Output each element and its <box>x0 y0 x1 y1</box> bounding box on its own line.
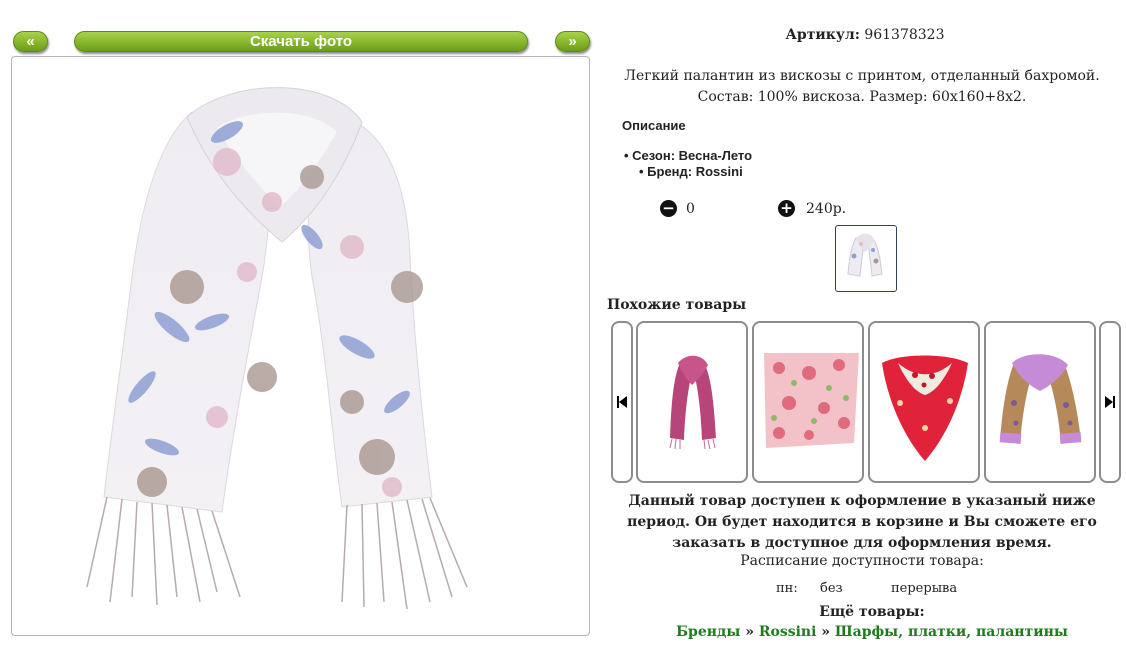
next-photo-button[interactable]: » <box>555 31 590 52</box>
breadcrumb-category-link[interactable]: Шарфы, платки, палантины <box>835 624 1068 640</box>
scarf-thumbnail-image <box>847 233 883 277</box>
spec-list: • Сезон: Весна-Лето • Бренд: Rossini <box>624 148 752 180</box>
article-line: Артикул: 961378323 <box>600 27 1126 43</box>
price-value: 240р. <box>806 201 847 217</box>
similar-products-title: Похожие товары <box>607 297 747 313</box>
quantity-value: 0 <box>686 201 695 217</box>
category-breadcrumb: Бренды » Rossini » Шарфы, платки, палант… <box>596 624 1126 640</box>
schedule-from: без <box>820 581 843 596</box>
decrease-quantity-button[interactable]: − <box>660 200 677 217</box>
product-description: Легкий палантин из вискозы с принтом, от… <box>624 68 1100 105</box>
more-products-title: Ещё товары: <box>819 604 925 620</box>
prev-photo-button[interactable]: « <box>13 31 48 52</box>
floral-scarf-image <box>764 353 859 448</box>
spec-item-season: • Сезон: Весна-Лето <box>624 148 753 163</box>
scarf-photo <box>86 87 468 610</box>
schedule-to: перерыва <box>891 581 958 596</box>
similar-item-red-paisley-shawl[interactable] <box>868 321 980 483</box>
schedule-title: Расписание доступности товара: <box>740 553 984 569</box>
carousel-next-button[interactable] <box>1099 321 1121 483</box>
spec-item-brand: • Бренд: Rossini <box>639 164 743 179</box>
breadcrumb-separator: » <box>745 624 754 640</box>
article-label: Артикул: <box>785 27 860 43</box>
red-shawl-image <box>882 355 968 461</box>
main-photo-frame <box>11 56 590 636</box>
similar-item-lilac-paisley-scarf[interactable] <box>984 321 1096 483</box>
lilac-scarf-image <box>999 354 1082 444</box>
pink-scarf-image <box>669 355 716 450</box>
breadcrumb-brand-link[interactable]: Rossini <box>759 624 817 640</box>
carousel-next-icon <box>1105 396 1115 408</box>
similar-item-floral-square-scarf[interactable] <box>752 321 864 483</box>
description-heading: Описание <box>622 118 686 133</box>
breadcrumb-separator: » <box>821 624 831 640</box>
carousel-prev-button[interactable] <box>611 321 633 483</box>
download-photo-button[interactable]: Скачать фото <box>74 31 528 52</box>
availability-notice: Данный товар доступен к оформление в ука… <box>627 493 1097 551</box>
photo-thumbnail[interactable] <box>835 225 897 292</box>
article-value: 961378323 <box>864 27 945 43</box>
carousel-prev-icon <box>617 396 627 408</box>
similar-item-pink-scarf[interactable] <box>636 321 748 483</box>
increase-quantity-button[interactable]: + <box>778 200 795 217</box>
breadcrumb-brands-link[interactable]: Бренды <box>676 624 740 640</box>
schedule-day: пн: <box>776 581 798 596</box>
